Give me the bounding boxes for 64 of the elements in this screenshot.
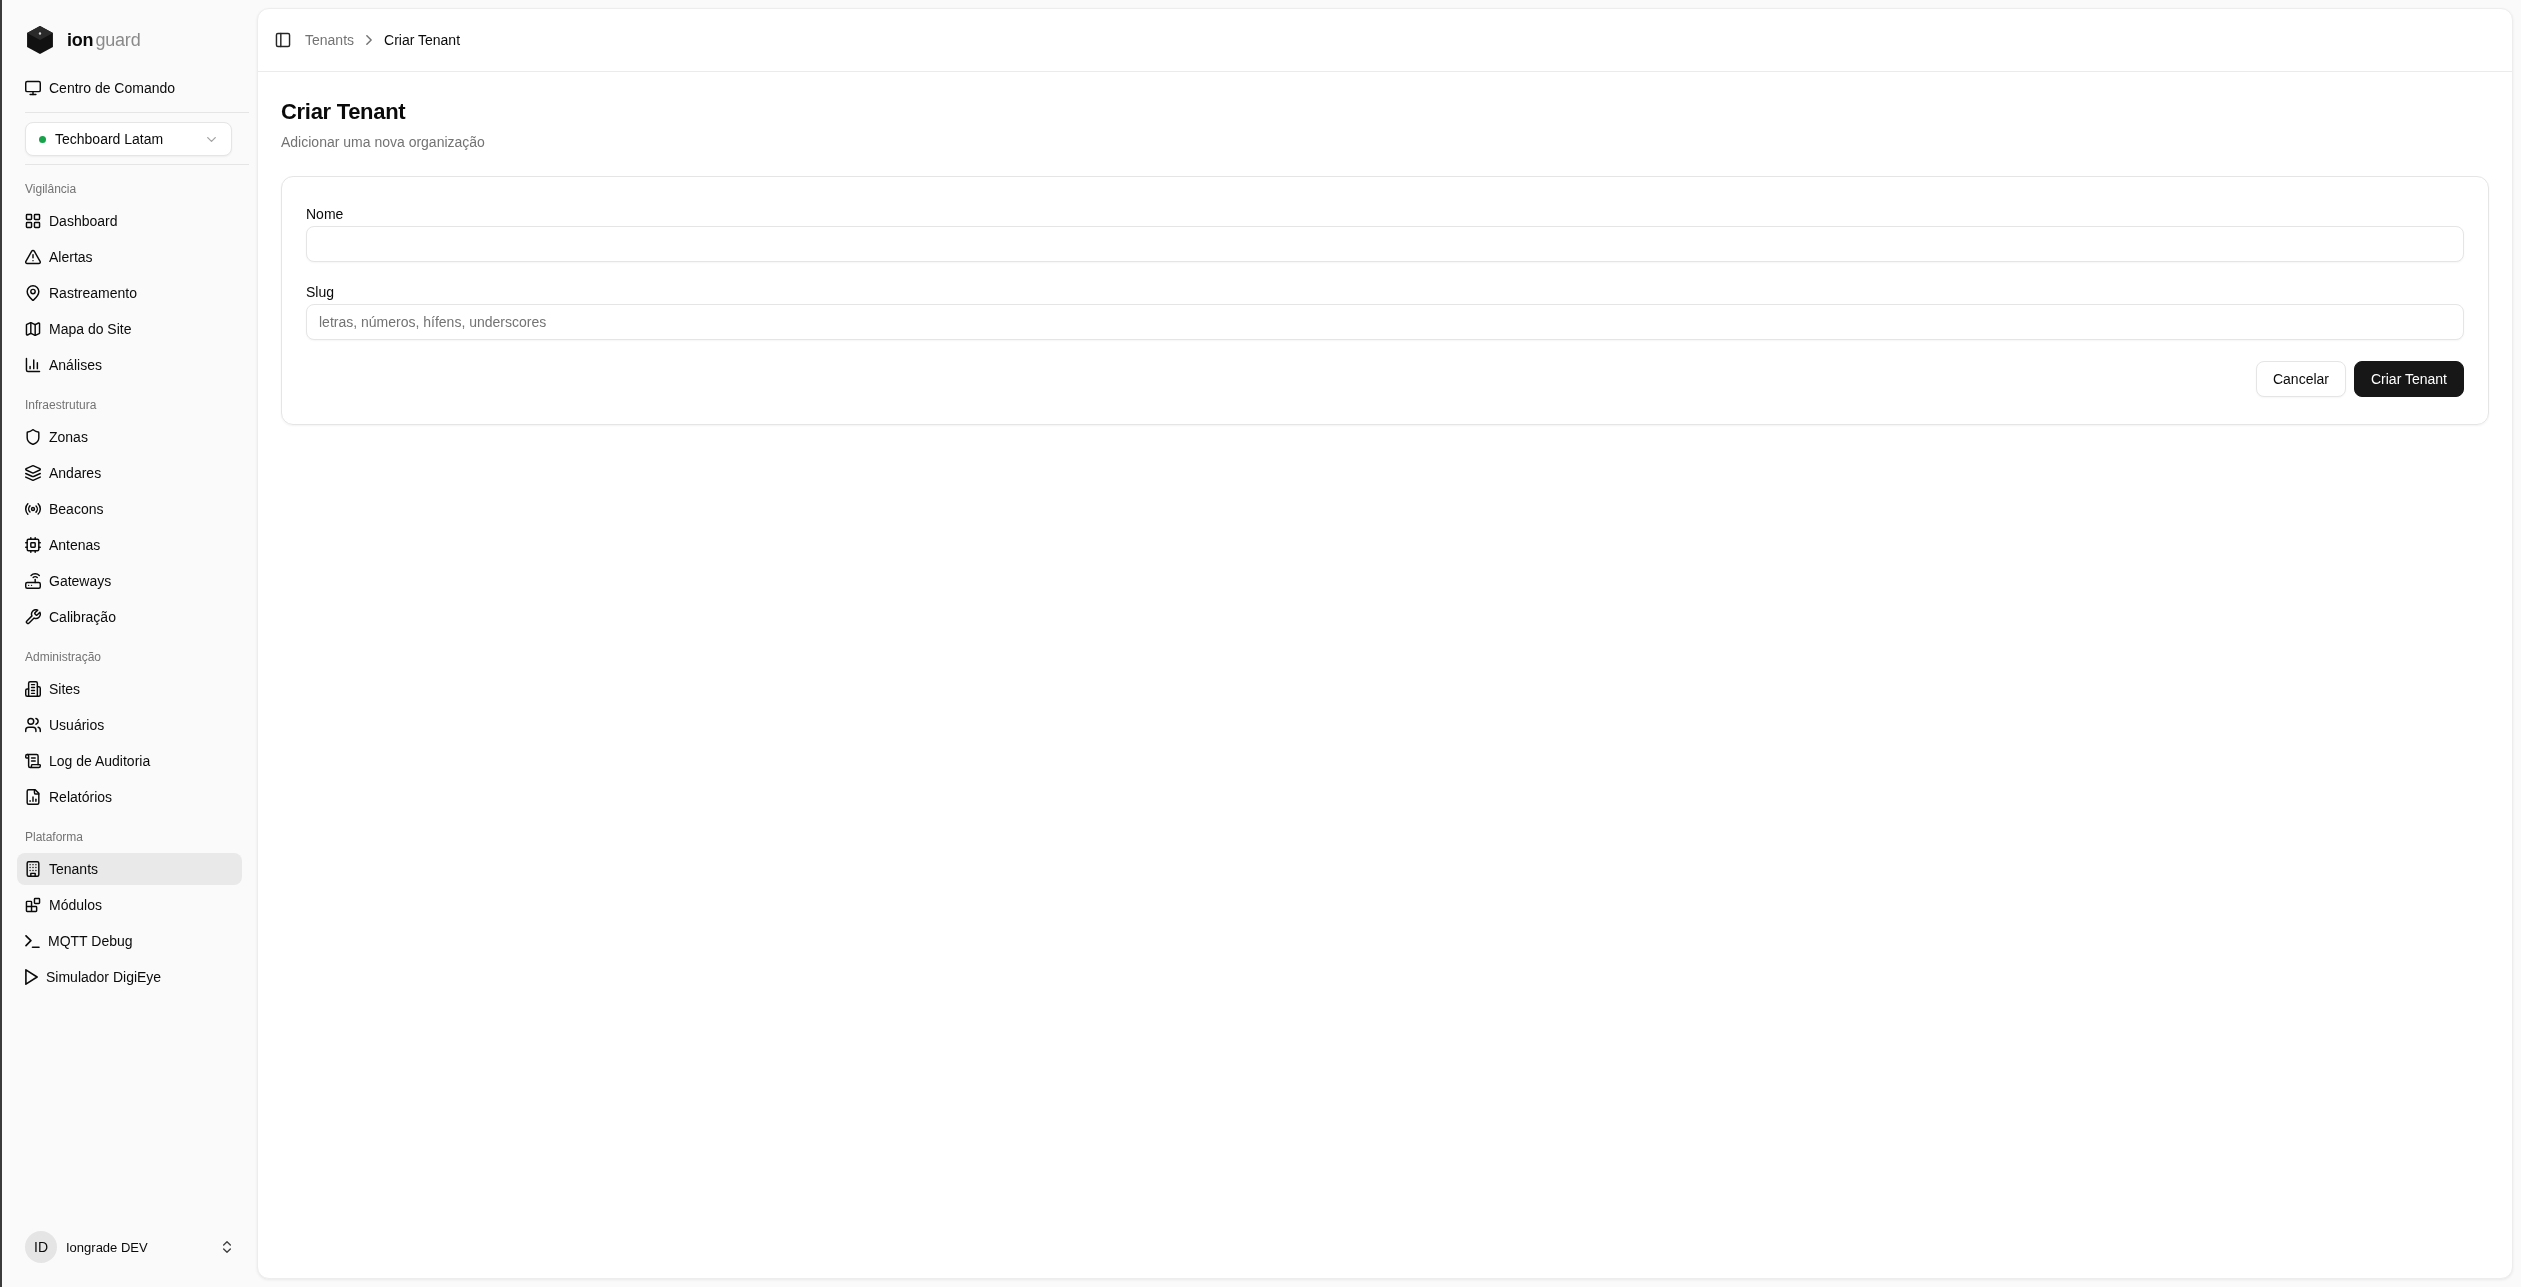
nav-item[interactable]: Alertas (17, 241, 242, 273)
section-label: Vigilância (24, 181, 78, 198)
play-icon (25, 969, 38, 985)
avatar: ID (25, 1231, 57, 1263)
nav-item[interactable]: Análises (17, 349, 242, 381)
nav-item[interactable]: Gateways (17, 565, 242, 597)
monitor-icon (25, 80, 41, 96)
chip-icon (25, 537, 41, 553)
nav-item[interactable]: Beacons (17, 493, 242, 525)
shield-icon (25, 429, 41, 445)
nav-item[interactable]: Usuários (17, 709, 242, 741)
wrench-icon (25, 609, 41, 625)
tenant-select[interactable]: Techboard Latam (25, 122, 232, 156)
page-title: Criar Tenant (281, 98, 407, 126)
cube-logo-icon (27, 26, 53, 54)
nav-item[interactable]: Calibração (17, 601, 242, 633)
nav-item[interactable]: Tenants (17, 853, 242, 885)
warning-triangle-icon (25, 249, 41, 265)
scroll-icon (25, 753, 41, 769)
input-field[interactable]: letras, números, hífens, underscores (306, 304, 2464, 340)
field-label: Slug (306, 284, 336, 300)
nav-item[interactable]: Centro de Comando (17, 72, 242, 104)
cancel-button[interactable]: Cancelar (2255, 361, 2346, 397)
grid-icon (25, 213, 41, 229)
nav-item[interactable]: Antenas (17, 529, 242, 561)
nav-item[interactable]: Relatórios (17, 781, 242, 813)
sidebar-toggle-icon[interactable] (275, 32, 291, 48)
blocks-icon (25, 897, 41, 913)
router-icon (25, 573, 41, 589)
user-menu-button[interactable]: ID Iongrade DEV (17, 1223, 242, 1271)
page-subtitle: Adicionar uma nova organização (281, 133, 486, 152)
building-icon (25, 861, 41, 877)
nav-item[interactable]: Dashboard (17, 205, 242, 237)
nav-item[interactable]: Sites (17, 673, 242, 705)
buildings-icon (25, 681, 41, 697)
logo-text: ionguard (67, 29, 141, 51)
status-dot-icon (39, 135, 46, 143)
section-label: Infraestrutura (24, 397, 98, 414)
chevrons-up-down-icon (223, 1241, 231, 1253)
map-icon (25, 321, 41, 337)
field-label: Nome (306, 206, 345, 222)
nav-item[interactable]: Rastreamento (17, 277, 242, 309)
section-label: Plataforma (24, 829, 85, 846)
nav-item[interactable]: MQTT Debug (17, 925, 242, 957)
file-chart-icon (25, 789, 41, 805)
chevron-right-icon (366, 35, 373, 45)
layers-icon (25, 465, 41, 481)
terminal-icon (25, 934, 40, 948)
submit-button[interactable]: Criar Tenant (2354, 361, 2464, 397)
bar-chart-icon (25, 357, 41, 373)
nav-item[interactable]: Zonas (17, 421, 242, 453)
radio-waves-icon (25, 501, 41, 517)
users-icon (25, 717, 41, 733)
nav-item[interactable]: Mapa do Site (17, 313, 242, 345)
nav-item[interactable]: Log de Auditoria (17, 745, 242, 777)
nav-item[interactable]: Módulos (17, 889, 242, 921)
nav-item[interactable]: Simulador DigiEye (17, 961, 242, 993)
map-pin-icon (25, 285, 41, 301)
nav-item[interactable]: Andares (17, 457, 242, 489)
chevron-down-icon (207, 136, 216, 142)
breadcrumb-current: Criar Tenant (384, 32, 461, 48)
input-field[interactable] (306, 226, 2464, 262)
section-label: Administração (24, 649, 103, 666)
breadcrumb-link[interactable]: Tenants (305, 32, 355, 48)
